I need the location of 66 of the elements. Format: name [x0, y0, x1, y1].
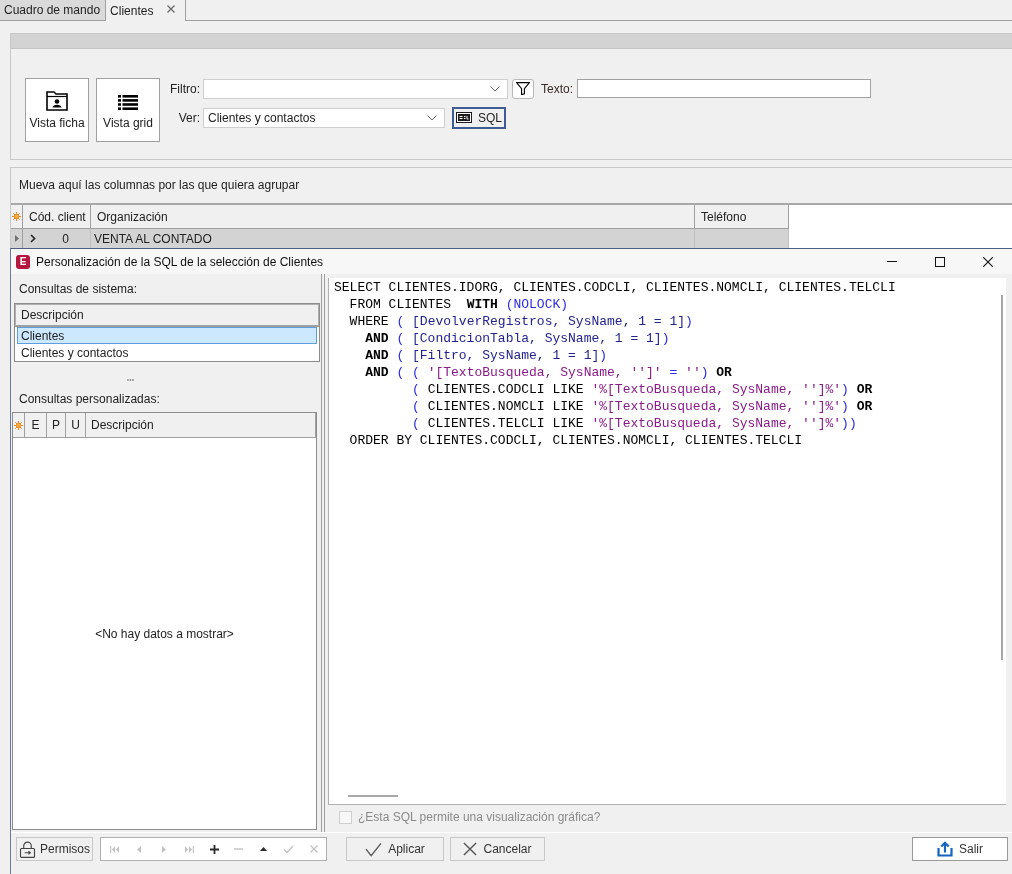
- column-header[interactable]: Organización: [91, 205, 695, 229]
- code-line: AND ( ( '[TextoBusqueda, SysName, '']' = '') OR: [364, 364, 733, 381]
- list-icon: [118, 95, 138, 110]
- column-header[interactable]: Cód. client: [23, 205, 91, 229]
- sun-icon: [14, 420, 23, 430]
- triangle-up-icon[interactable]: [260, 847, 268, 851]
- chevron-down-icon[interactable]: [490, 85, 500, 92]
- code-line: ( CLIENTES.NOMCLI LIKE '%[TextoBusqueda, SysName, '']%') OR: [411, 398, 874, 415]
- list-item[interactable]: Clientes: [17, 327, 317, 344]
- filter-button[interactable]: [512, 78, 534, 99]
- field-label: Texto:: [541, 81, 571, 96]
- table-row[interactable]: 0 VENTA AL CONTADO: [11, 229, 789, 248]
- view-button[interactable]: Vista grid: [96, 78, 160, 142]
- list-item[interactable]: Clientes y contactos: [17, 344, 317, 361]
- checkbox-label: ¿Esta SQL permite una visualización gráfica?: [358, 810, 601, 824]
- padlock-icon: [19, 840, 36, 858]
- filter-icon: [516, 82, 530, 95]
- code-line: ( CLIENTES.TELCLI LIKE '%[TextoBusqueda, SysName, '']%')): [411, 415, 858, 432]
- chevron-down-icon[interactable]: [427, 114, 437, 121]
- tab[interactable]: Clientes: [106, 0, 187, 21]
- column-header[interactable]: U: [66, 413, 86, 437]
- text-search-field[interactable]: [577, 79, 871, 98]
- table-cell: 0: [62, 231, 69, 246]
- share-icon: [937, 841, 953, 857]
- sun-icon: [12, 212, 21, 221]
- window-title: Personalización de la SQL de la selección de Clientes: [36, 254, 325, 269]
- code-line: WHERE ( [DevolverRegistros, SysName, 1 = 1]): [348, 313, 694, 330]
- section-label: Consultas personalizadas:: [18, 392, 161, 406]
- chevron-right-icon[interactable]: [30, 234, 36, 243]
- check-icon: [365, 841, 383, 857]
- close-icon[interactable]: [983, 256, 993, 267]
- maximize-icon[interactable]: [935, 256, 945, 267]
- code-icon: [456, 112, 472, 123]
- field-label: Filtro:: [169, 81, 200, 96]
- cross-icon: [463, 842, 478, 856]
- column-header[interactable]: Descripción: [15, 304, 319, 327]
- view-button[interactable]: Vista ficha: [25, 78, 89, 142]
- view-combo[interactable]: Clientes y contactos: [203, 107, 445, 128]
- code-line: AND ( [CondicionTabla, SysName, 1 = 1]): [364, 330, 671, 347]
- group-by-hint: Mueva aquí las columnas por las que quiera agrupar: [18, 177, 301, 194]
- action-button[interactable]: Cancelar: [450, 837, 545, 861]
- row-indicator-icon: [14, 235, 19, 242]
- field-label: Ver:: [177, 110, 200, 125]
- column-header[interactable]: E: [25, 413, 47, 437]
- app-logo: E: [16, 254, 30, 269]
- plus-icon[interactable]: [209, 844, 219, 854]
- code-line: FROM CLIENTES WITH (NOLOCK): [348, 296, 570, 313]
- code-line: ( CLIENTES.CODCLI LIKE '%[TextoBusqueda, SysName, '']%') OR: [411, 381, 874, 398]
- code-line: ORDER BY CLIENTES.CODCLI, CLIENTES.NOMCLI, CLIENTES.TELCLI: [348, 432, 804, 449]
- column-header[interactable]: Teléfono: [695, 205, 789, 229]
- column-header[interactable]: P: [47, 413, 66, 437]
- scrollbar-thumb[interactable]: [348, 795, 398, 797]
- tab[interactable]: Cuadro de mando: [0, 0, 107, 20]
- permissions-button[interactable]: Permisos: [16, 837, 93, 861]
- action-button[interactable]: Aplicar: [346, 837, 444, 861]
- sql-editor[interactable]: [328, 278, 1006, 805]
- sql-button[interactable]: SQL: [452, 106, 506, 129]
- empty-message: <No hay datos a mostrar>: [95, 626, 234, 641]
- column-header[interactable]: Descripción: [86, 413, 316, 437]
- scrollbar-thumb[interactable]: [1001, 295, 1003, 660]
- code-line: AND ( [Filtro, SysName, 1 = 1]): [364, 347, 609, 364]
- table-cell: VENTA AL CONTADO: [94, 231, 212, 246]
- code-line: SELECT CLIENTES.IDORG, CLIENTES.CODCLI, CLIENTES.NOMCLI, CLIENTES.TELCLI: [334, 279, 897, 296]
- exit-button[interactable]: Salir: [912, 837, 1008, 861]
- folder-person-icon: [46, 91, 68, 111]
- section-label: Consultas de sistema:: [18, 282, 139, 296]
